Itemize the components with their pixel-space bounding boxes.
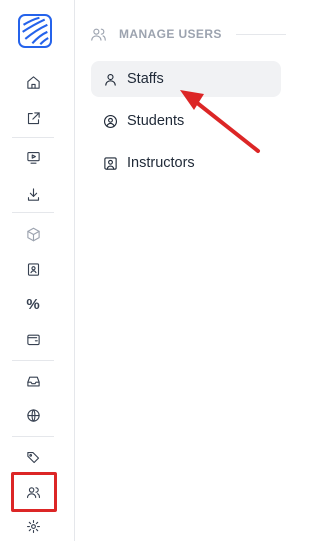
nav-item-staffs[interactable]: Staffs: [91, 61, 281, 97]
user-icon: [105, 73, 116, 86]
rail-home-button[interactable]: [21, 70, 45, 94]
users-icon: [91, 28, 106, 41]
app-logo[interactable]: [18, 14, 52, 48]
globe-icon: [26, 408, 40, 422]
rail-divider: [12, 436, 54, 437]
logo-icon: [22, 16, 49, 45]
rail-external-link-button[interactable]: [21, 106, 45, 130]
inbox-icon: [26, 376, 40, 386]
rail-settings-button[interactable]: [21, 514, 45, 538]
rail-globe-button[interactable]: [21, 403, 45, 427]
rail-divider: [12, 360, 54, 361]
nav-item-label: Staffs: [127, 71, 164, 87]
nav-item-label: Instructors: [127, 155, 195, 171]
rail-tags-button[interactable]: [21, 445, 45, 469]
nav-item-instructors[interactable]: Instructors: [91, 145, 281, 181]
tags-icon: [26, 451, 39, 463]
home-icon: [26, 75, 40, 89]
user-square-icon: [104, 156, 117, 170]
rail-discounts-button[interactable]: %: [21, 292, 45, 316]
user-circle-icon: [104, 114, 117, 128]
download-icon: [27, 187, 39, 201]
contact-card-icon: [27, 262, 39, 276]
percent-icon: %: [26, 295, 40, 313]
external-link-icon: [27, 111, 40, 124]
rail-inbox-button[interactable]: [21, 369, 45, 393]
nav-item-label: Students: [127, 113, 185, 129]
rail-courses-button[interactable]: [21, 145, 45, 169]
gear-icon: [26, 519, 40, 533]
icon-rail: %: [0, 0, 75, 541]
rail-products-button[interactable]: [21, 222, 45, 246]
monitor-play-icon: [26, 151, 40, 164]
section-title: MANAGE USERS: [119, 27, 222, 41]
rail-wallet-button[interactable]: [21, 327, 45, 351]
rail-contacts-button[interactable]: [21, 257, 45, 281]
annotation-highlight-box: [11, 472, 57, 512]
rail-divider: [12, 137, 54, 138]
rail-downloads-button[interactable]: [21, 182, 45, 206]
manage-users-header: MANAGE USERS: [90, 24, 286, 44]
cube-icon: [26, 227, 40, 241]
section-divider: [235, 33, 286, 35]
rail-divider: [12, 212, 54, 213]
nav-item-students[interactable]: Students: [91, 103, 281, 139]
wallet-icon: [26, 334, 40, 345]
